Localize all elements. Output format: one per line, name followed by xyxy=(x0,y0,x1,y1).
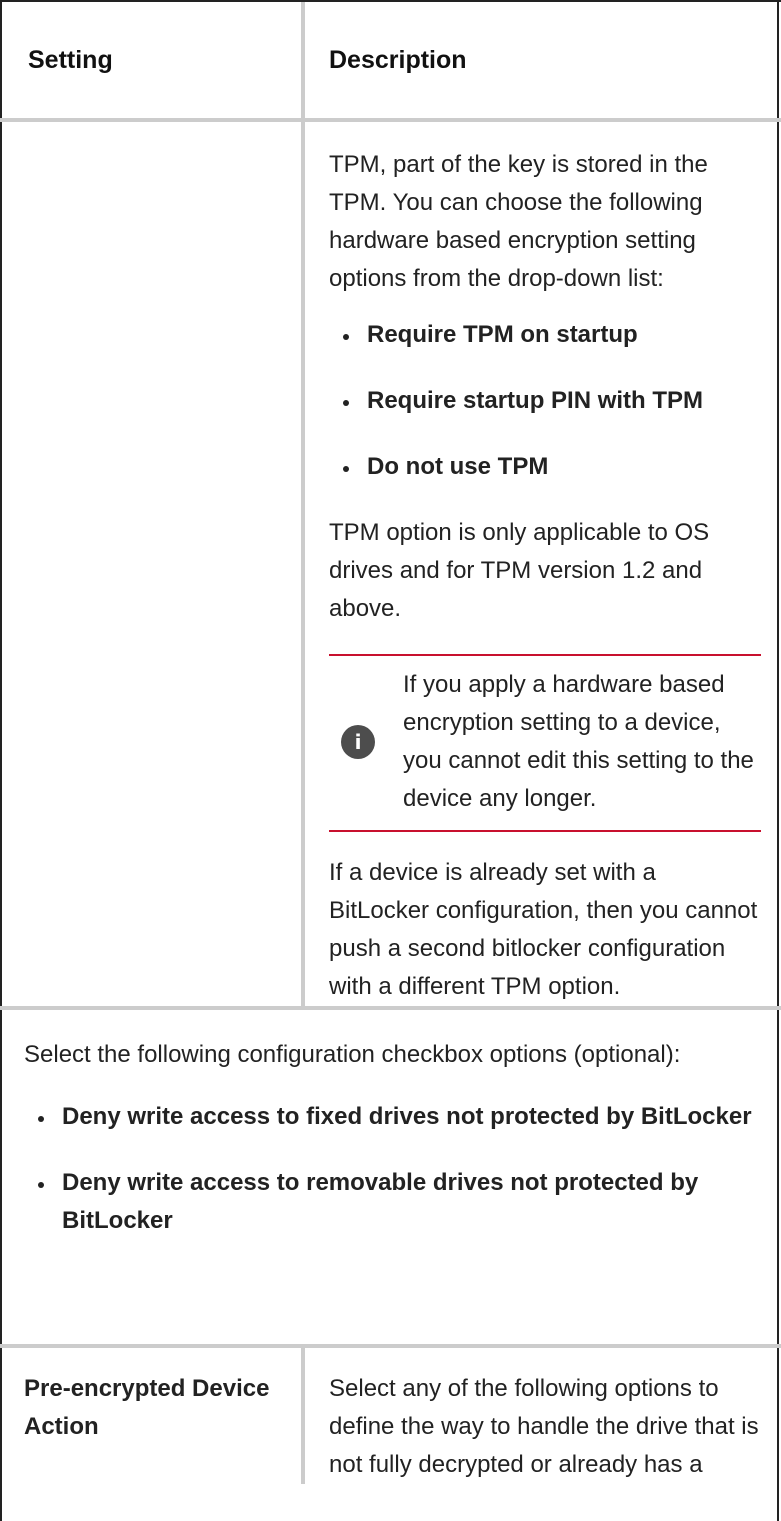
header-description: Description xyxy=(303,2,781,122)
tpm-intro-text: TPM, part of the key is stored in the TP… xyxy=(329,151,708,292)
settings-table: Setting Description TPM, part of the key… xyxy=(0,2,781,1484)
bitlocker-config-text: If a device is already set with a BitLoc… xyxy=(329,859,758,1000)
list-item: Do not use TPM xyxy=(343,448,761,486)
setting-name-cell: Pre-encrypted Device Action xyxy=(0,1346,305,1484)
table-row: Pre-encrypted Device Action Select any o… xyxy=(0,1346,781,1484)
info-callout: i If you apply a hardware based encrypti… xyxy=(329,654,761,832)
table-row: TPM, part of the key is stored in the TP… xyxy=(0,120,781,1008)
tpm-options-list: Require TPM on startup Require startup P… xyxy=(329,316,761,486)
list-item: Deny write access to removable drives no… xyxy=(38,1164,757,1240)
table-header-row: Setting Description xyxy=(0,2,781,122)
tpm-applicability-text: TPM option is only applicable to OS driv… xyxy=(329,519,710,622)
description-cell: TPM, part of the key is stored in the TP… xyxy=(303,120,781,1008)
list-item: Deny write access to fixed drives not pr… xyxy=(38,1098,757,1136)
callout-text: If you apply a hardware based encryption… xyxy=(403,671,754,812)
checkbox-intro-text: Select the following configuration check… xyxy=(24,1041,681,1068)
info-icon: i xyxy=(341,725,375,759)
header-setting: Setting xyxy=(0,2,305,122)
table-row: Select the following configuration check… xyxy=(0,1006,781,1348)
list-item: Require TPM on startup xyxy=(343,316,761,354)
checkbox-options-list: Deny write access to fixed drives not pr… xyxy=(24,1098,757,1240)
setting-cell-empty xyxy=(0,120,305,1008)
description-cell: Select any of the following options to d… xyxy=(329,1375,759,1478)
list-item: Require startup PIN with TPM xyxy=(343,382,761,420)
checkbox-options-cell: Select the following configuration check… xyxy=(0,1006,781,1348)
